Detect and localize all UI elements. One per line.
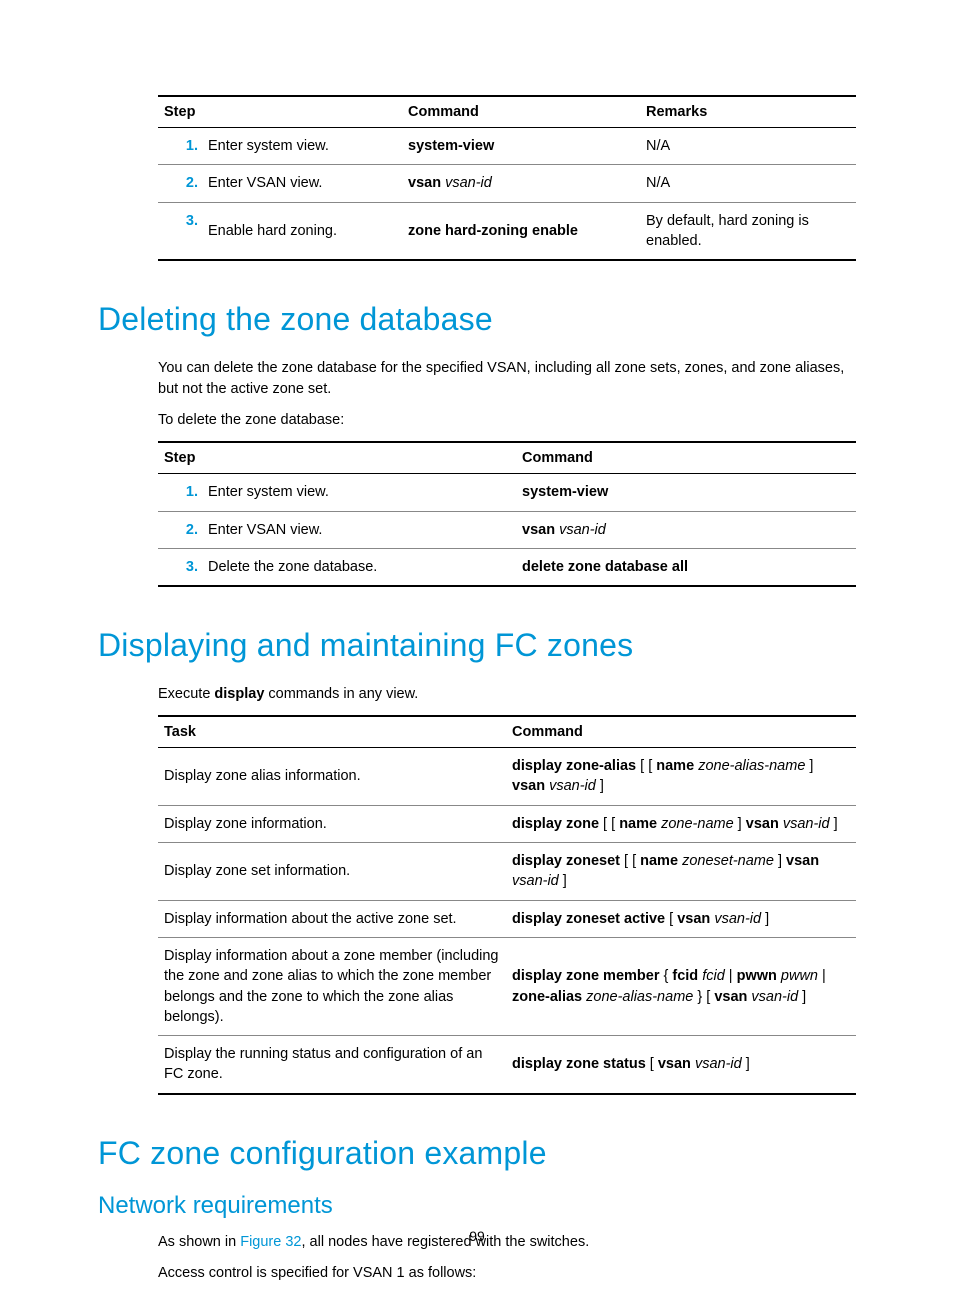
step-text: Enter system view.: [202, 128, 402, 165]
remarks-cell: N/A: [640, 128, 856, 165]
th-command: Command: [516, 442, 856, 474]
command-cell: display zone status [ vsan vsan-id ]: [506, 1036, 856, 1094]
table-row: Display zone information.display zone [ …: [158, 805, 856, 842]
task-cell: Display zone alias information.: [158, 748, 506, 806]
step-number: 1.: [158, 128, 202, 165]
th-command: Command: [506, 716, 856, 748]
remarks-cell: By default, hard zoning is enabled.: [640, 202, 856, 260]
step-text: Enter system view.: [202, 474, 516, 511]
table-row: Display information about a zone member …: [158, 937, 856, 1035]
heading-fc-zone-example: FC zone configuration example: [98, 1135, 856, 1172]
table-row: Display zone alias information.display z…: [158, 748, 856, 806]
step-number: 3.: [158, 202, 202, 260]
step-number: 3.: [158, 548, 202, 586]
task-cell: Display information about a zone member …: [158, 937, 506, 1035]
table-row: 3.Delete the zone database.delete zone d…: [158, 548, 856, 586]
command-cell: vsan vsan-id: [402, 165, 640, 202]
heading-network-requirements: Network requirements: [98, 1192, 856, 1220]
command-cell: system-view: [402, 128, 640, 165]
step-number: 1.: [158, 474, 202, 511]
step-command-table: Step Command 1.Enter system view.system-…: [158, 441, 856, 587]
task-command-table: Task Command Display zone alias informat…: [158, 715, 856, 1095]
step-text: Enable hard zoning.: [202, 202, 402, 260]
table-row: 2.Enter VSAN view.vsan vsan-id: [158, 511, 856, 548]
table-row: Display the running status and configura…: [158, 1036, 856, 1094]
step-number: 2.: [158, 165, 202, 202]
th-remarks: Remarks: [640, 96, 856, 128]
command-cell: display zone-alias [ [ name zone-alias-n…: [506, 748, 856, 806]
document-page: Step Command Remarks 1.Enter system view…: [0, 0, 954, 1296]
heading-deleting-zone-database: Deleting the zone database: [98, 301, 856, 338]
th-step: Step: [158, 96, 402, 128]
table-row: 1.Enter system view.system-view: [158, 474, 856, 511]
step-text: Enter VSAN view.: [202, 165, 402, 202]
para-display-1: Execute display commands in any view.: [158, 684, 856, 705]
para-delete-2: To delete the zone database:: [158, 410, 856, 431]
step-text: Delete the zone database.: [202, 548, 516, 586]
command-cell: display zone member { fcid fcid | pwwn p…: [506, 937, 856, 1035]
para-netreq-2: Access control is specified for VSAN 1 a…: [158, 1263, 856, 1284]
task-cell: Display information about the active zon…: [158, 900, 506, 937]
table-row: 2.Enter VSAN view.vsan vsan-idN/A: [158, 165, 856, 202]
command-cell: display zoneset active [ vsan vsan-id ]: [506, 900, 856, 937]
heading-displaying-fc-zones: Displaying and maintaining FC zones: [98, 627, 856, 664]
task-cell: Display zone information.: [158, 805, 506, 842]
task-cell: Display the running status and configura…: [158, 1036, 506, 1094]
step-number: 2.: [158, 511, 202, 548]
command-cell: display zone [ [ name zone-name ] vsan v…: [506, 805, 856, 842]
command-cell: vsan vsan-id: [516, 511, 856, 548]
command-cell: delete zone database all: [516, 548, 856, 586]
command-cell: display zoneset [ [ name zoneset-name ] …: [506, 843, 856, 901]
para-delete-1: You can delete the zone database for the…: [158, 358, 856, 400]
table-row: Display zone set information.display zon…: [158, 843, 856, 901]
remarks-cell: N/A: [640, 165, 856, 202]
step-command-remarks-table: Step Command Remarks 1.Enter system view…: [158, 95, 856, 261]
step-text: Enter VSAN view.: [202, 511, 516, 548]
th-task: Task: [158, 716, 506, 748]
page-number: 99: [0, 1228, 954, 1244]
table1-wrapper: Step Command Remarks 1.Enter system view…: [98, 95, 856, 261]
command-cell: zone hard-zoning enable: [402, 202, 640, 260]
th-step: Step: [158, 442, 516, 474]
task-cell: Display zone set information.: [158, 843, 506, 901]
table-row: 3.Enable hard zoning.zone hard-zoning en…: [158, 202, 856, 260]
command-cell: system-view: [516, 474, 856, 511]
table-row: 1.Enter system view.system-viewN/A: [158, 128, 856, 165]
table-row: Display information about the active zon…: [158, 900, 856, 937]
th-command: Command: [402, 96, 640, 128]
